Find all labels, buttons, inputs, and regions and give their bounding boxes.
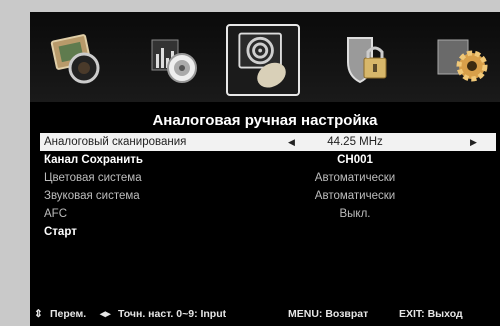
exit-hint: EXIT: Выход	[399, 308, 463, 320]
fine-tune-hint: Точн. наст. 0~9: Input	[118, 308, 227, 320]
settings-list: Аналоговый сканирования ◀ 44.25 MHz ▶ Ка…	[40, 133, 496, 241]
channel-value: CH001	[337, 154, 373, 166]
sound-icon[interactable]	[148, 32, 204, 88]
start-row[interactable]: Старт	[40, 223, 496, 241]
color-system-value: Автоматически	[314, 172, 396, 184]
tv-screen: Аналоговая ручная настройка Аналоговый с…	[30, 12, 500, 326]
row-label: Цветовая система	[44, 172, 142, 184]
afc-value: Выкл.	[339, 208, 371, 220]
row-label: Звуковая система	[44, 190, 140, 202]
up-down-icon: ⇕	[34, 308, 43, 320]
frequency-value: 44.25 MHz	[327, 136, 383, 148]
afc-row[interactable]: AFC Выкл.	[40, 205, 496, 223]
move-hint: Перем.	[50, 308, 87, 320]
panel-title: Аналоговая ручная настройка	[152, 112, 378, 129]
row-label: Канал Сохранить	[44, 154, 143, 166]
lock-icon[interactable]	[340, 32, 396, 88]
menu-back-hint: MENU: Возврат	[288, 308, 369, 320]
row-label: Аналоговый сканирования	[44, 136, 187, 148]
channel-save-row[interactable]: Канал Сохранить CH001	[40, 151, 496, 169]
right-arrow-icon[interactable]: ▶	[470, 133, 477, 151]
left-right-icon: ◂▸	[100, 308, 111, 320]
row-label: Старт	[44, 226, 77, 238]
row-label: AFC	[44, 208, 67, 220]
settings-icon[interactable]	[436, 32, 492, 88]
channel-icon[interactable]	[226, 24, 300, 96]
sound-system-row[interactable]: Звуковая система Автоматически	[40, 187, 496, 205]
color-system-row[interactable]: Цветовая система Автоматически	[40, 169, 496, 187]
footer-hints: ⇕ Перем. ◂▸ Точн. наст. 0~9: Input MENU:…	[30, 304, 500, 324]
picture-icon[interactable]	[50, 32, 106, 88]
sound-system-value: Автоматически	[314, 190, 396, 202]
analog-scan-row[interactable]: Аналоговый сканирования ◀ 44.25 MHz ▶	[40, 133, 496, 151]
menu-icon-bar	[30, 12, 500, 102]
